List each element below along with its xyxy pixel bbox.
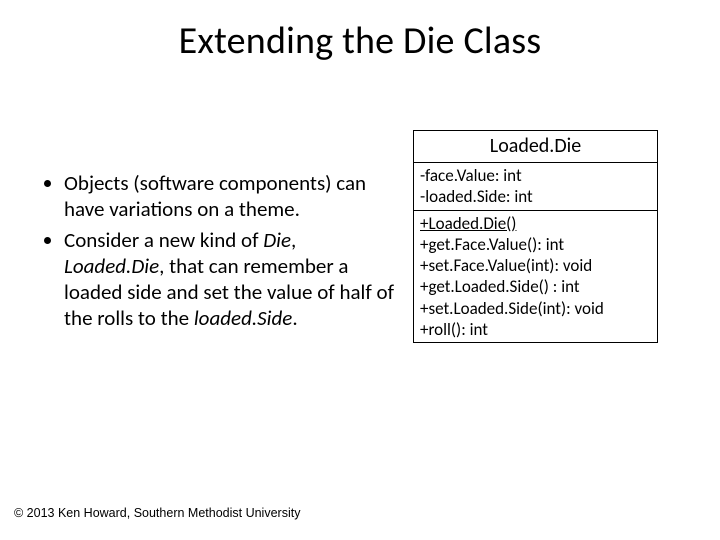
term-loaded-die: Loaded.Die bbox=[64, 253, 159, 279]
bullet-text-prefix: Consider a new kind of bbox=[64, 227, 263, 253]
term-die: Die bbox=[263, 227, 291, 253]
term-loaded-side: loaded.Side bbox=[194, 305, 292, 331]
uml-op: +roll(): int bbox=[420, 319, 651, 340]
uml-op-constructor: +Loaded.Die() bbox=[420, 213, 651, 234]
uml-class-name: Loaded.Die bbox=[414, 131, 657, 163]
uml-op: +set.Face.Value(int): void bbox=[420, 255, 651, 276]
slide: Extending the Die Class Objects (softwar… bbox=[0, 0, 720, 540]
slide-title: Extending the Die Class bbox=[0, 18, 720, 64]
uml-operations: +Loaded.Die() +get.Face.Value(): int +se… bbox=[414, 211, 657, 343]
bullet-text-suffix: . bbox=[292, 305, 297, 331]
bullet-item: Objects (software components) can have v… bbox=[64, 170, 395, 223]
uml-column: Loaded.Die -face.Value: int -loaded.Side… bbox=[413, 130, 658, 343]
uml-attributes: -face.Value: int -loaded.Side: int bbox=[414, 163, 657, 211]
bullet-list: Objects (software components) can have v… bbox=[40, 170, 395, 336]
uml-op: +set.Loaded.Side(int): void bbox=[420, 298, 651, 319]
copyright-footer: © 2013 Ken Howard, Southern Methodist Un… bbox=[14, 506, 300, 520]
uml-attr: -loaded.Side: int bbox=[420, 186, 651, 207]
uml-op: +get.Loaded.Side() : int bbox=[420, 276, 651, 297]
uml-class-box: Loaded.Die -face.Value: int -loaded.Side… bbox=[413, 130, 658, 343]
bullet-text: Objects (software components) can have v… bbox=[64, 170, 366, 222]
bullet-item: Consider a new kind of Die, Loaded.Die, … bbox=[64, 227, 395, 332]
uml-op: +get.Face.Value(): int bbox=[420, 234, 651, 255]
uml-attr: -face.Value: int bbox=[420, 165, 651, 186]
content-area: Objects (software components) can have v… bbox=[40, 170, 680, 480]
sep: , bbox=[291, 227, 296, 253]
